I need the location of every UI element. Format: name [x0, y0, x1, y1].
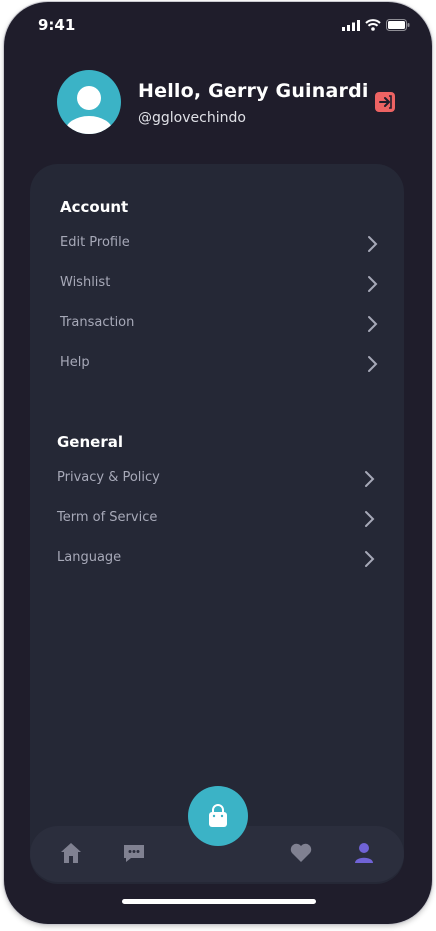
chevron-right-icon — [368, 356, 378, 372]
chevron-right-icon — [368, 236, 378, 252]
profile-icon[interactable] — [351, 840, 377, 866]
phone-screen: 9:41 Hello, Gerry Guinardi @gglovechindo — [4, 2, 432, 924]
menu-item-transaction[interactable]: Transaction — [30, 306, 404, 342]
signal-icon — [342, 19, 360, 31]
menu-item-label: Language — [57, 550, 122, 565]
chevron-right-icon — [368, 316, 378, 332]
heart-icon[interactable] — [288, 840, 314, 866]
chevron-right-icon — [365, 471, 375, 487]
username: @gglovechindo — [138, 110, 246, 126]
menu-item-privacy-policy[interactable]: Privacy & Policy — [30, 461, 404, 497]
menu-item-edit-profile[interactable]: Edit Profile — [30, 226, 404, 262]
menu-item-label: Edit Profile — [60, 235, 130, 250]
status-time: 9:41 — [38, 16, 76, 34]
logout-icon — [379, 95, 392, 109]
chat-icon[interactable] — [121, 840, 147, 866]
chevron-right-icon — [365, 551, 375, 567]
wifi-icon — [365, 19, 381, 31]
chevron-right-icon — [365, 511, 375, 527]
menu-item-label: Term of Service — [57, 510, 158, 525]
home-icon[interactable] — [58, 840, 84, 866]
cart-icon — [209, 804, 227, 827]
battery-icon — [386, 19, 410, 31]
menu-item-help[interactable]: Help — [30, 346, 404, 382]
logout-button[interactable] — [375, 92, 395, 112]
chevron-right-icon — [368, 276, 378, 292]
general-section-title: General — [57, 433, 123, 451]
avatar[interactable] — [57, 70, 121, 134]
menu-item-label: Privacy & Policy — [57, 470, 160, 485]
menu-item-language[interactable]: Language — [30, 541, 404, 577]
settings-card: Account Edit Profile Wishlist Transactio… — [30, 164, 404, 884]
account-section-title: Account — [60, 198, 129, 216]
menu-item-label: Help — [60, 355, 90, 370]
home-indicator — [122, 899, 316, 904]
menu-item-label: Transaction — [60, 315, 135, 330]
menu-item-label: Wishlist — [60, 275, 111, 290]
menu-item-term-of-service[interactable]: Term of Service — [30, 501, 404, 537]
user-avatar-icon — [65, 86, 113, 134]
status-icons — [342, 19, 410, 31]
menu-item-wishlist[interactable]: Wishlist — [30, 266, 404, 302]
greeting: Hello, Gerry Guinardi — [138, 80, 369, 102]
cart-button[interactable] — [188, 786, 248, 846]
